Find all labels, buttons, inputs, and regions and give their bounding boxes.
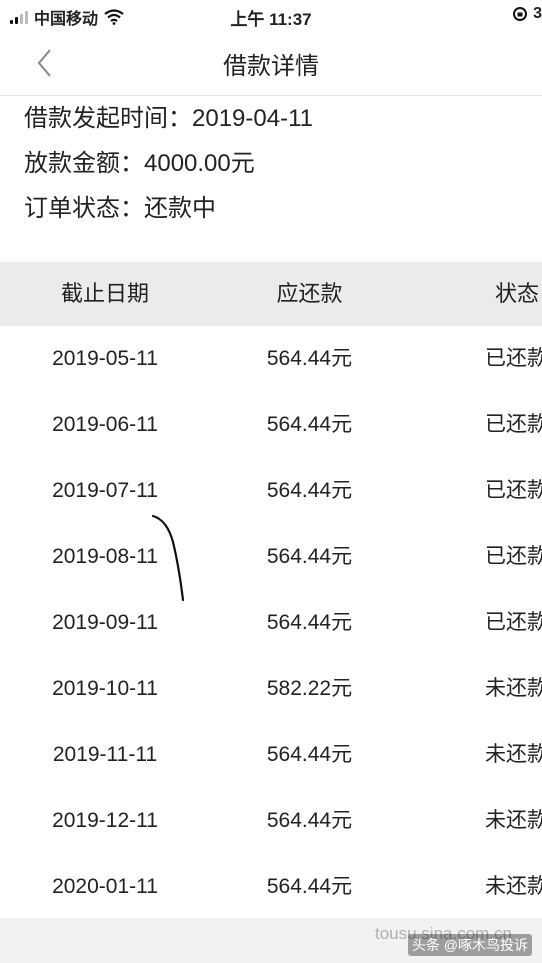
row-amount: 564.44元: [266, 413, 353, 436]
page-title: 借款详情: [223, 53, 319, 80]
repayment-table: 截止日期 应还款 状态 2019-05-11 564.44元 已还款 2019-06…: [0, 262, 542, 920]
row-date: 2019-11-11: [52, 743, 158, 766]
info-status: 订单状态：还款中: [24, 186, 313, 231]
info-label: 放款金额：: [24, 150, 144, 177]
row-amount: 582.22元: [266, 677, 353, 700]
row-status: 已还款: [485, 545, 542, 568]
table-row: 2019-11-11 564.44元 未还款: [0, 722, 542, 788]
loan-info: 借款发起时间：2019-04-11 放款金额：4000.00元 订单状态：还款中: [24, 96, 313, 231]
row-date: 2019-12-11: [52, 809, 158, 832]
info-value: 2019-04-11: [192, 105, 313, 132]
clock: 上午 11:37: [230, 10, 312, 29]
table-row: 2019-08-11 564.44元 已还款: [0, 524, 542, 590]
table-row: 2020-01-11 564.44元 未还款: [0, 854, 542, 920]
nav-bar: 借款详情: [0, 32, 542, 96]
row-status: 已还款: [485, 479, 542, 502]
table-row: 2019-10-11 582.22元 未还款: [0, 656, 542, 722]
battery-label: 3: [533, 5, 542, 22]
info-label: 借款发起时间：: [24, 105, 192, 132]
row-status: 未还款: [485, 809, 542, 832]
row-date: 2019-05-11: [52, 347, 158, 370]
row-status: 未还款: [485, 677, 542, 700]
row-amount: 564.44元: [266, 611, 353, 634]
table-row: 2019-07-11 564.44元 已还款: [0, 458, 542, 524]
table-header: 截止日期 应还款 状态: [0, 262, 542, 326]
info-value: 4000.00元: [144, 150, 255, 177]
row-amount: 564.44元: [266, 545, 353, 568]
row-status: 已还款: [485, 347, 542, 370]
status-bar: 中国移动 上午 11:37 3: [0, 0, 542, 32]
status-right: 3: [512, 5, 542, 23]
header-status: 状态: [495, 281, 540, 306]
row-status: 已还款: [485, 611, 542, 634]
row-status: 未还款: [485, 875, 542, 898]
row-amount: 564.44元: [266, 347, 353, 370]
watermark-source: 头条 @啄木鸟投诉: [407, 934, 532, 956]
row-amount: 564.44元: [266, 875, 353, 898]
table-row: 2019-09-11 564.44元 已还款: [0, 590, 542, 656]
header-amount: 应还款: [276, 281, 343, 306]
table-row: 2019-05-11 564.44元 已还款: [0, 326, 542, 392]
info-value: 还款中: [144, 195, 216, 222]
info-label: 订单状态：: [24, 195, 144, 222]
row-date: 2020-01-11: [52, 875, 158, 898]
table-row: 2019-06-11 564.44元 已还款: [0, 392, 542, 458]
row-amount: 564.44元: [266, 809, 353, 832]
row-amount: 564.44元: [266, 479, 353, 502]
header-due-date: 截止日期: [60, 281, 149, 306]
row-date: 2019-06-11: [52, 413, 158, 436]
info-amount: 放款金额：4000.00元: [24, 141, 313, 186]
pen-scribble: [151, 514, 185, 602]
table-row: 2019-12-11 564.44元 未还款: [0, 788, 542, 854]
row-status: 已还款: [485, 413, 542, 436]
row-status: 未还款: [485, 743, 542, 766]
row-amount: 564.44元: [266, 743, 353, 766]
info-start-time: 借款发起时间：2019-04-11: [24, 96, 313, 141]
row-date: 2019-10-11: [52, 677, 158, 700]
orientation-lock-icon: [513, 7, 528, 21]
